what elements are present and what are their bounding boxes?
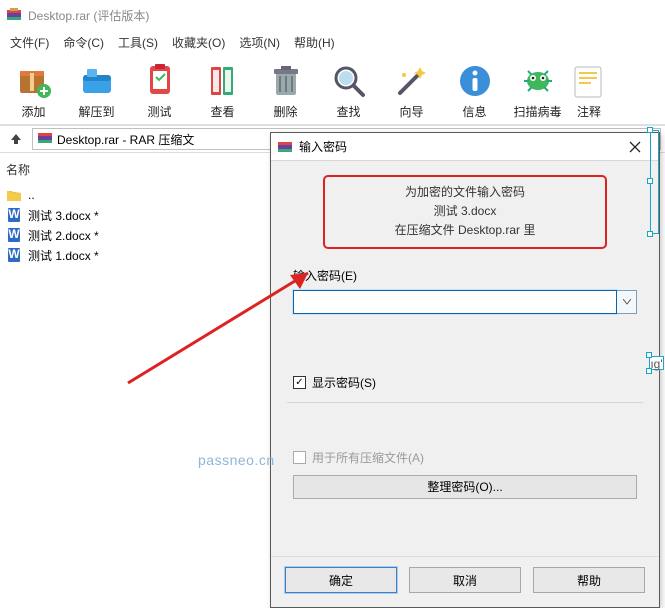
dialog-message: 为加密的文件输入密码 测试 3.docx 在压缩文件 Desktop.rar 里 [323,175,607,249]
find-icon [329,61,369,101]
password-dropdown[interactable] [617,290,637,314]
menu-file[interactable]: 文件(F) [4,32,55,53]
address-text: Desktop.rar - RAR 压缩文 [57,131,194,148]
divider [287,402,643,403]
svg-text:W: W [8,247,20,261]
show-password-checkbox[interactable]: ✓ 显示密码(S) [293,374,637,392]
password-input[interactable] [293,290,617,314]
toolbar-view[interactable]: 查看 [191,59,254,122]
toolbar: 添加 解压到 测试 查看 删除 查找 向导 信息 扫描病毒 注释 [0,55,665,125]
organize-passwords-button[interactable]: 整理密码(O)... [293,475,637,499]
extract-icon [77,61,117,101]
info-icon [455,61,495,101]
chevron-down-icon [623,299,631,305]
annotation-handle [647,231,653,237]
menu-favorites[interactable]: 收藏夹(O) [166,32,231,53]
winrar-app-icon [277,139,293,155]
menubar: 文件(F) 命令(C) 工具(S) 收藏夹(O) 选项(N) 帮助(H) [0,30,665,55]
password-label: 输入密码(E) [293,267,637,284]
test-icon [140,61,180,101]
checkbox-unchecked-icon [293,451,306,464]
annotation-handle [646,368,652,374]
password-dialog: 输入密码 为加密的文件输入密码 测试 3.docx 在压缩文件 Desktop.… [270,132,660,608]
annotation-handle [647,127,653,133]
virus-scan-icon [518,61,558,101]
checkbox-checked-icon: ✓ [293,376,306,389]
delete-icon [266,61,306,101]
docx-icon: W [6,207,22,223]
winrar-app-icon [6,7,22,23]
comment-icon [569,61,609,101]
dialog-title: 输入密码 [299,138,615,155]
folder-up-icon [6,187,22,203]
toolbar-scan[interactable]: 扫描病毒 [506,59,569,122]
toolbar-delete[interactable]: 删除 [254,59,317,122]
svg-text:W: W [8,207,20,221]
dialog-titlebar: 输入密码 [271,133,659,161]
ok-button[interactable]: 确定 [285,567,397,593]
wizard-icon [392,61,432,101]
help-button[interactable]: 帮助 [533,567,645,593]
menu-help[interactable]: 帮助(H) [288,32,341,53]
dialog-close-button[interactable] [615,134,655,160]
archive-icon [37,130,53,149]
menu-options[interactable]: 选项(N) [233,32,286,53]
toolbar-comment[interactable]: 注释 [569,59,609,122]
toolbar-add[interactable]: 添加 [2,59,65,122]
cancel-button[interactable]: 取消 [409,567,521,593]
toolbar-extract[interactable]: 解压到 [65,59,128,122]
toolbar-wizard[interactable]: 向导 [380,59,443,122]
add-archive-icon [14,61,54,101]
toolbar-test[interactable]: 测试 [128,59,191,122]
close-icon [629,141,641,153]
nav-up-button[interactable] [4,129,28,149]
toolbar-info[interactable]: 信息 [443,59,506,122]
docx-icon: W [6,227,22,243]
annotation-handle [647,178,653,184]
annotation-handle [646,352,652,358]
docx-icon: W [6,247,22,263]
svg-text:W: W [8,227,20,241]
view-icon [203,61,243,101]
toolbar-find[interactable]: 查找 [317,59,380,122]
use-for-all-checkbox[interactable]: 用于所有压缩文件(A) [293,449,637,467]
window-title: Desktop.rar (评估版本) [28,7,149,24]
watermark-text: passneo.cn [198,452,275,468]
menu-commands[interactable]: 命令(C) [57,32,110,53]
window-titlebar: Desktop.rar (评估版本) [0,0,665,30]
menu-tools[interactable]: 工具(S) [112,32,164,53]
